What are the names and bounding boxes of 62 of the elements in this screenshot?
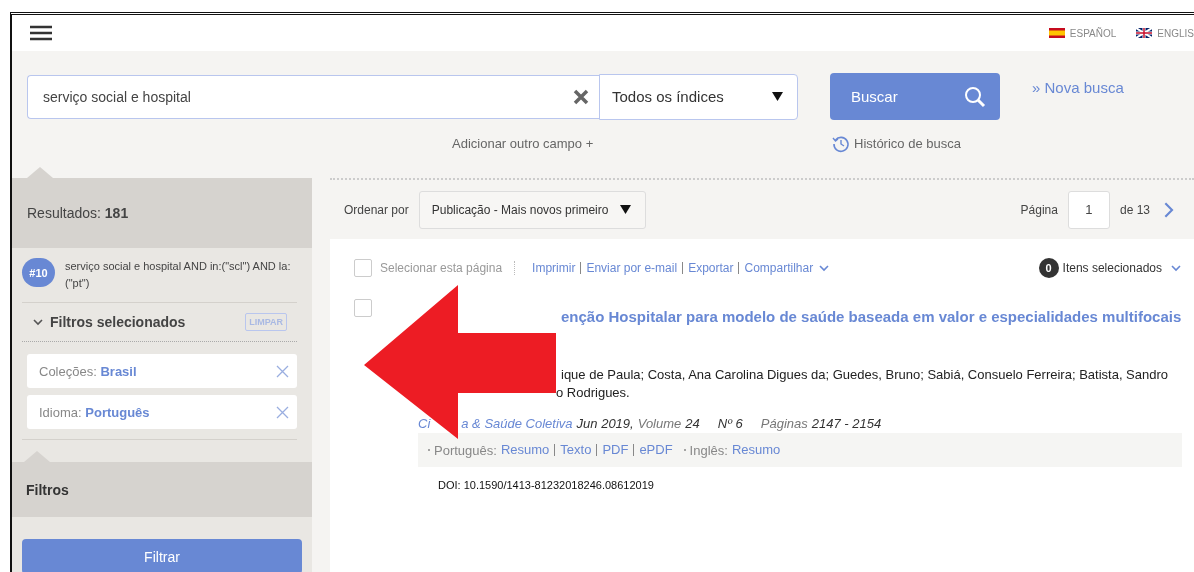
sort-select[interactable]: Publicação - Mais novos primeiro <box>418 190 647 229</box>
query-number-badge: #10 <box>22 258 55 287</box>
british-flag-icon <box>1136 28 1153 38</box>
filter-label: Idioma: Português <box>39 404 150 420</box>
chevron-icon <box>32 316 44 328</box>
search-field[interactable]: serviço social e hospital <box>27 74 599 119</box>
pages-label: Páginas <box>760 416 808 431</box>
authors-text: ique de Paula; Costa, Ana Carolina Digues da; Guedes, Bruno; Sabiá, Consuelo Ferreira; Batista, Sandro <box>561 366 1170 384</box>
issue-number: Nº 6 <box>717 416 743 431</box>
action-link[interactable]: Exportar <box>682 262 739 274</box>
language-link[interactable]: ENGLIS <box>1136 27 1194 39</box>
history-icon <box>832 134 850 153</box>
selected-filters-toggle[interactable]: Filtros selecionados <box>32 314 186 330</box>
result-checkbox[interactable] <box>354 299 372 317</box>
search-button[interactable]: Buscar <box>830 73 1000 120</box>
page-field[interactable]: 1 <box>1067 190 1110 229</box>
filters-header: Filtros <box>12 462 312 517</box>
query-text: serviço social e hospital AND in:("scl") AND la:("pt") <box>65 259 292 291</box>
remove-icon[interactable] <box>276 405 289 419</box>
sort-label: Ordenar por <box>344 202 409 217</box>
results-count: Resultados: 181 <box>12 178 312 248</box>
chevron-icon <box>1170 262 1182 274</box>
caret-icon <box>620 205 632 214</box>
language-link[interactable]: ESPAÑOL <box>1048 27 1117 39</box>
search-icon <box>964 85 986 108</box>
language-label: Inglês: <box>689 442 728 458</box>
result-title[interactable]: enção Hospitalar para modelo de saúde baseada em valor e especialidades multifocais <box>561 307 1182 327</box>
journal-link[interactable]: a & Saúde Coletiva <box>461 416 573 431</box>
language-label: Português: <box>434 442 497 458</box>
volume-number: 24 <box>685 416 700 431</box>
action-link[interactable]: Imprimir <box>527 262 581 274</box>
add-field-link[interactable]: Adicionar outro campo + <box>452 136 812 151</box>
full-text-link[interactable]: PDF <box>596 444 634 456</box>
doi-text: DOI: 10.1590/1413-81232018246.08612019 <box>438 479 655 491</box>
full-text-link[interactable]: Texto <box>554 444 597 456</box>
journal-link[interactable]: Ci <box>418 416 431 431</box>
selected-count-badge: 0 <box>1038 258 1059 278</box>
menu-icon[interactable] <box>30 25 52 41</box>
full-text-link[interactable]: ePDF <box>633 444 678 456</box>
full-text-link[interactable]: Resumo <box>731 444 786 456</box>
authors-text: o Rodrigues. <box>556 384 631 402</box>
search-history-link[interactable]: Histórico de busca <box>832 134 961 153</box>
page-total: de 13 <box>1119 202 1150 217</box>
action-link[interactable]: Enviar por e-mail <box>580 262 683 274</box>
clear-icon[interactable] <box>573 88 589 105</box>
chevron-icon <box>818 262 831 274</box>
page-range: 2147 - 2154 <box>811 416 882 431</box>
remove-icon[interactable] <box>276 364 289 378</box>
spanish-flag-icon <box>1048 28 1065 38</box>
issue-date: Jun 2019, <box>576 416 634 431</box>
caret-icon <box>772 92 783 101</box>
filter-button[interactable]: Filtrar <box>22 539 302 572</box>
select-page-checkbox[interactable] <box>354 259 372 277</box>
volume-label: Volume <box>637 416 682 431</box>
page-label: Página <box>1020 202 1058 217</box>
filter-label: Coleções: Brasil <box>39 363 137 379</box>
action-link[interactable]: Compartilhar <box>738 262 819 274</box>
selected-items-label: Itens selecionados <box>1062 261 1162 275</box>
full-text-link[interactable]: Resumo <box>500 444 555 456</box>
select-page-label: Selecionar esta página <box>380 261 516 275</box>
index-select[interactable]: Todos os índices <box>599 73 798 120</box>
new-search-link[interactable]: » Nova busca <box>1032 79 1124 96</box>
